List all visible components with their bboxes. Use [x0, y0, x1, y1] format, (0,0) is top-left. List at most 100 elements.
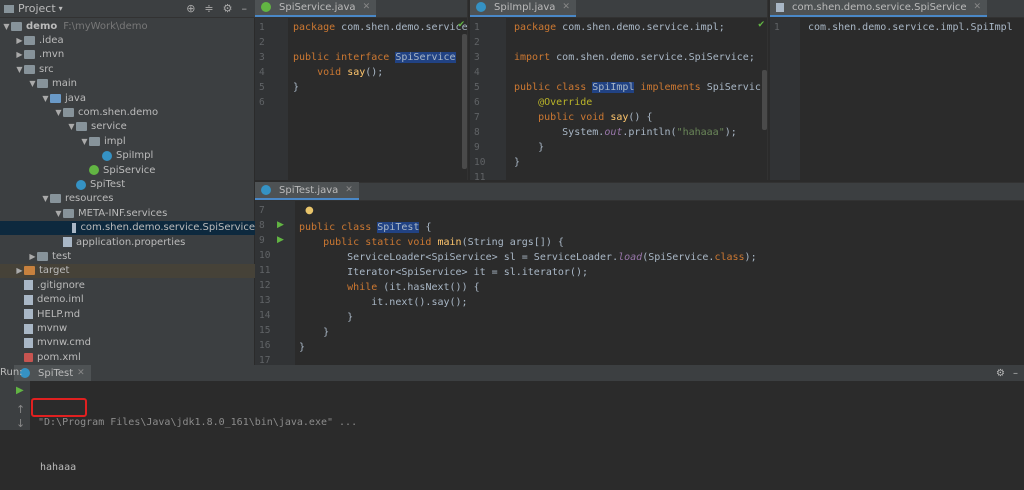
close-icon[interactable]: ✕ — [974, 2, 982, 12]
check-icon: ✔ — [457, 20, 465, 30]
tree-item[interactable]: mvnw.cmd — [0, 336, 255, 350]
tree-item[interactable]: ▼ impl — [0, 134, 255, 148]
collapsed-arrow-icon[interactable]: ▶ — [15, 36, 24, 45]
tree-item-label: service — [91, 121, 127, 133]
close-icon[interactable]: ✕ — [363, 2, 371, 12]
code-line: it.next().say(); — [299, 295, 467, 310]
tree-item[interactable]: ▶ target — [0, 263, 255, 279]
rerun-icon[interactable]: ▶ — [16, 385, 24, 396]
code-area[interactable]: package com.shen.demo.service public inte… — [293, 18, 468, 180]
code-token: void — [293, 67, 348, 78]
line-number: 5 — [474, 82, 480, 93]
code-area[interactable]: com.shen.demo.service.impl.SpiImpl — [808, 18, 1020, 180]
tree-item[interactable]: ▼ service — [0, 120, 255, 134]
tree-item[interactable]: SpiTest — [0, 177, 255, 191]
code-token: SpiTest — [377, 222, 420, 233]
tree-item[interactable]: SpiImpl — [0, 149, 255, 163]
line-gutter: 1 2 3 4 5 6 7 8 9 10 11 — [470, 18, 506, 183]
run-header: Run: SpiTest ✕ ⚙ – — [0, 365, 1024, 381]
tab-services-file[interactable]: com.shen.demo.service.SpiService ✕ — [770, 0, 988, 17]
code-area[interactable]: package com.shen.demo.service.impl; impor… — [514, 18, 761, 180]
project-panel-title[interactable]: Project — [18, 2, 56, 15]
tree-item[interactable]: mvnw — [0, 321, 255, 335]
line-number: 12 — [259, 280, 271, 291]
tab-spiservice[interactable]: SpiService.java ✕ — [255, 0, 377, 17]
tab-spitest[interactable]: SpiTest.java ✕ — [255, 182, 359, 200]
tree-item[interactable]: ▼ com.shen.demo — [0, 105, 255, 119]
expanded-arrow-icon[interactable]: ▼ — [28, 79, 37, 88]
tree-item[interactable]: ▼ src — [0, 62, 255, 76]
tree-item[interactable]: .gitignore — [0, 278, 255, 292]
tree-item[interactable]: ▶ .mvn — [0, 48, 255, 62]
code-line: com.shen.demo.service.impl.SpiImpl — [808, 20, 1013, 35]
tab-spiimpl[interactable]: SpiImpl.java ✕ — [470, 0, 576, 17]
tree-item-label: HELP.md — [37, 308, 81, 320]
tree-item[interactable]: ▼ main — [0, 77, 255, 91]
tree-item-label: SpiImpl — [116, 150, 154, 162]
tree-item[interactable]: ▶ test — [0, 249, 255, 263]
scroll-up-icon[interactable]: ↑ — [16, 403, 25, 416]
tree-item[interactable]: com.shen.demo.service.SpiService — [0, 220, 255, 235]
line-number: 2 — [474, 37, 480, 48]
tree-item[interactable]: demo.iml — [0, 293, 255, 307]
tabbar: SpiService.java ✕ — [255, 0, 467, 18]
code-line: } — [299, 325, 329, 340]
gear-icon[interactable]: ⚙ — [223, 2, 233, 15]
run-gutter-icon[interactable]: ▶ — [277, 220, 284, 230]
expanded-arrow-icon[interactable]: ▼ — [54, 209, 63, 218]
tree-item[interactable]: ▼ META-INF.services — [0, 206, 255, 220]
code-token: public interface — [293, 52, 396, 63]
expanded-arrow-icon[interactable]: ▼ — [15, 65, 24, 74]
code-token: } — [299, 342, 306, 353]
project-dropdown-icon[interactable]: ▾ — [59, 4, 63, 13]
code-token: (); — [365, 67, 384, 78]
expanded-arrow-icon[interactable]: ▼ — [41, 94, 50, 103]
code-area[interactable]: public class SpiTest { public static voi… — [299, 203, 1016, 365]
tree-item[interactable]: pom.xml — [0, 350, 255, 364]
run-toolbar: ▶ ↑ ↓ — [0, 381, 30, 430]
line-number: 5 — [259, 82, 265, 93]
code-token: (String args[]) { — [461, 237, 564, 248]
scroll-down-icon[interactable]: ↓ — [16, 417, 25, 430]
code-token: (SpiService. — [642, 252, 715, 263]
project-panel-header: Project ▾ ⊕ ≑ ⚙ – — [0, 0, 255, 18]
line-number: 15 — [259, 325, 271, 336]
tree-item[interactable]: ▼ java — [0, 91, 255, 105]
code-line: void say(); — [293, 65, 383, 80]
expanded-arrow-icon[interactable]: ▼ — [80, 137, 89, 146]
expanded-arrow-icon[interactable]: ▼ — [2, 22, 11, 31]
scrollbar[interactable] — [462, 34, 467, 169]
code-line: package com.shen.demo.service.impl; — [514, 20, 725, 35]
run-gutter-icon[interactable]: ▶ — [277, 235, 284, 245]
code-token: public class — [514, 82, 593, 93]
expanded-arrow-icon[interactable]: ▼ — [54, 108, 63, 117]
tree-item[interactable]: ▼ demo F:\myWork\demo — [0, 19, 255, 33]
tree-item-label: mvnw — [37, 323, 68, 335]
code-token: SpiService { — [706, 82, 761, 93]
close-icon[interactable]: ✕ — [345, 185, 353, 195]
collapse-icon[interactable]: ≑ — [204, 2, 213, 15]
gear-icon[interactable]: ⚙ — [996, 368, 1005, 379]
tree-item[interactable]: application.properties — [0, 235, 255, 249]
close-icon[interactable]: ✕ — [562, 2, 570, 12]
class-icon — [476, 2, 486, 12]
collapsed-arrow-icon[interactable]: ▶ — [28, 252, 37, 261]
tree-item[interactable]: SpiService — [0, 163, 255, 177]
editor-spiservice: SpiService.java ✕ 1 2 3 4 5 6 package com.she… — [255, 0, 468, 180]
collapsed-arrow-icon[interactable]: ▶ — [15, 50, 24, 59]
tree-item[interactable]: ▼ resources — [0, 192, 255, 206]
scrollbar[interactable] — [762, 70, 767, 130]
tree-item-label: main — [52, 78, 77, 90]
tree-item[interactable]: ▶ .idea — [0, 33, 255, 47]
run-tab[interactable]: SpiTest ✕ — [14, 365, 91, 381]
close-icon[interactable]: ✕ — [77, 368, 85, 378]
console-output-line: hahaaa — [40, 462, 77, 473]
line-number: 6 — [474, 97, 480, 108]
collapsed-arrow-icon[interactable]: ▶ — [15, 266, 24, 275]
expanded-arrow-icon[interactable]: ▼ — [41, 194, 50, 203]
tree-item[interactable]: HELP.md — [0, 307, 255, 321]
hide-icon[interactable]: – — [1013, 368, 1018, 379]
target-icon[interactable]: ⊕ — [186, 2, 195, 15]
hide-icon[interactable]: – — [242, 2, 248, 15]
expanded-arrow-icon[interactable]: ▼ — [67, 122, 76, 131]
